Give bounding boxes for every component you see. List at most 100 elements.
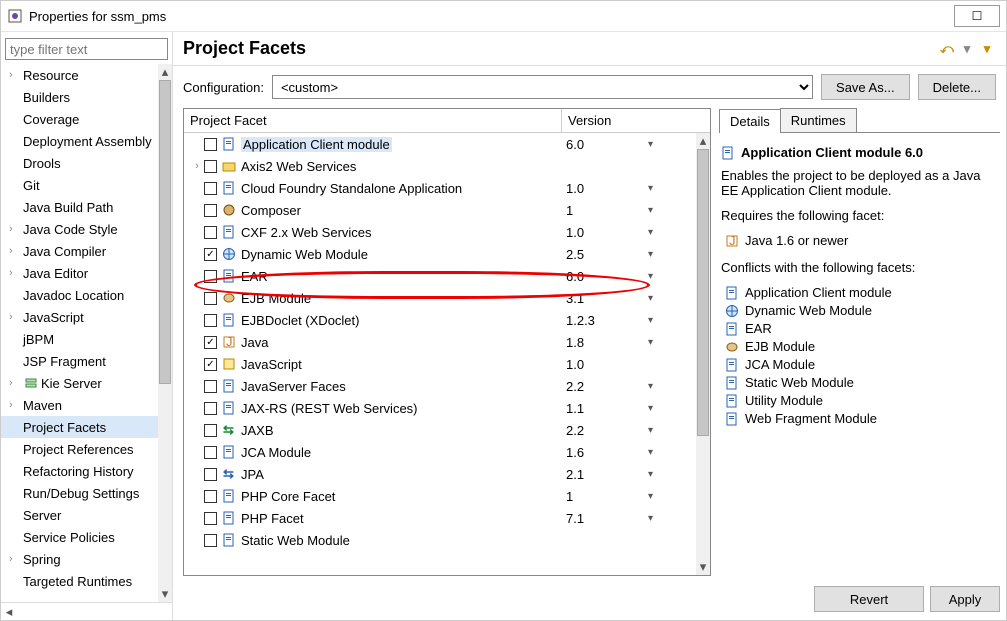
version-dropdown-icon[interactable]: ▾ bbox=[642, 381, 696, 392]
nav-item[interactable]: Project Facets bbox=[1, 416, 158, 438]
facet-row[interactable]: JJava1.8▾ bbox=[184, 331, 696, 353]
nav-item[interactable]: ›Java Editor bbox=[1, 262, 158, 284]
nav-item[interactable]: ›Java Code Style bbox=[1, 218, 158, 240]
facet-checkbox[interactable] bbox=[204, 446, 217, 459]
facet-checkbox[interactable] bbox=[204, 424, 217, 437]
nav-item[interactable]: Targeted Runtimes bbox=[1, 570, 158, 592]
facet-checkbox[interactable] bbox=[204, 226, 217, 239]
nav-item[interactable]: Javadoc Location bbox=[1, 284, 158, 306]
facet-row[interactable]: Dynamic Web Module2.5▾ bbox=[184, 243, 696, 265]
facet-column-name[interactable]: Project Facet bbox=[184, 109, 562, 132]
facet-checkbox[interactable] bbox=[204, 336, 217, 349]
nav-item[interactable]: ›Maven bbox=[1, 394, 158, 416]
facet-checkbox[interactable] bbox=[204, 468, 217, 481]
window-maximize-button[interactable]: ☐ bbox=[954, 5, 1000, 27]
history-forward-icon[interactable]: ▾ bbox=[958, 40, 976, 58]
nav-item[interactable]: Drools bbox=[1, 152, 158, 174]
facet-row[interactable]: PHP Facet7.1▾ bbox=[184, 507, 696, 529]
filter-input[interactable] bbox=[5, 38, 168, 60]
facet-row[interactable]: Static Web Module bbox=[184, 529, 696, 551]
facet-row[interactable]: Application Client module6.0▾ bbox=[184, 133, 696, 155]
facet-checkbox[interactable] bbox=[204, 204, 217, 217]
facet-checkbox[interactable] bbox=[204, 182, 217, 195]
nav-item[interactable]: ›JavaScript bbox=[1, 306, 158, 328]
version-dropdown-icon[interactable]: ▾ bbox=[642, 183, 696, 194]
nav-item[interactable]: jBPM bbox=[1, 328, 158, 350]
tab-runtimes[interactable]: Runtimes bbox=[780, 108, 857, 132]
save-as-button[interactable]: Save As... bbox=[821, 74, 910, 100]
facet-checkbox[interactable] bbox=[204, 138, 217, 151]
nav-item[interactable]: Project References bbox=[1, 438, 158, 460]
configuration-select[interactable]: <custom> bbox=[272, 75, 813, 99]
nav-item[interactable]: Run/Debug Settings bbox=[1, 482, 158, 504]
nav-item[interactable]: Builders bbox=[1, 86, 158, 108]
facet-row[interactable]: EAR6.0▾ bbox=[184, 265, 696, 287]
history-menu-icon[interactable]: ▾ bbox=[978, 40, 996, 58]
nav-item[interactable]: Service Policies bbox=[1, 526, 158, 548]
facet-checkbox[interactable] bbox=[204, 490, 217, 503]
scroll-down-icon[interactable]: ▾ bbox=[158, 586, 172, 602]
nav-item[interactable]: ›Spring bbox=[1, 548, 158, 570]
version-dropdown-icon[interactable]: ▾ bbox=[642, 513, 696, 524]
nav-item[interactable]: ›Kie Server bbox=[1, 372, 158, 394]
version-dropdown-icon[interactable]: ▾ bbox=[642, 447, 696, 458]
version-dropdown-icon[interactable]: ▾ bbox=[642, 425, 696, 436]
facet-checkbox[interactable] bbox=[204, 534, 217, 547]
revert-button[interactable]: Revert bbox=[814, 586, 924, 612]
nav-item[interactable]: JSP Fragment bbox=[1, 350, 158, 372]
facet-row[interactable]: JAX-RS (REST Web Services)1.1▾ bbox=[184, 397, 696, 419]
facet-checkbox[interactable] bbox=[204, 512, 217, 525]
facet-scrollbar[interactable]: ▴ ▾ bbox=[696, 133, 710, 575]
nav-item[interactable]: Refactoring History bbox=[1, 460, 158, 482]
nav-item[interactable]: ›Java Compiler bbox=[1, 240, 158, 262]
scroll-thumb[interactable] bbox=[697, 149, 709, 436]
facet-row[interactable]: JavaScript1.0 bbox=[184, 353, 696, 375]
facet-checkbox[interactable] bbox=[204, 248, 217, 261]
version-dropdown-icon[interactable]: ▾ bbox=[642, 491, 696, 502]
scroll-up-icon[interactable]: ▴ bbox=[158, 64, 172, 80]
facet-row[interactable]: ›Axis2 Web Services bbox=[184, 155, 696, 177]
facet-checkbox[interactable] bbox=[204, 160, 217, 173]
hscroll-left-icon[interactable]: ◂ bbox=[1, 604, 17, 620]
nav-scrollbar[interactable]: ▴ ▾ bbox=[158, 64, 172, 602]
tab-details[interactable]: Details bbox=[719, 109, 781, 133]
version-dropdown-icon[interactable]: ▾ bbox=[642, 249, 696, 260]
nav-item[interactable]: ›Resource bbox=[1, 64, 158, 86]
version-dropdown-icon[interactable]: ▾ bbox=[642, 205, 696, 216]
version-dropdown-icon[interactable]: ▾ bbox=[642, 315, 696, 326]
version-dropdown-icon[interactable]: ▾ bbox=[642, 403, 696, 414]
nav-item[interactable]: Deployment Assembly bbox=[1, 130, 158, 152]
facet-column-version[interactable]: Version bbox=[562, 109, 710, 132]
facet-checkbox[interactable] bbox=[204, 380, 217, 393]
facet-checkbox[interactable] bbox=[204, 292, 217, 305]
scroll-up-icon[interactable]: ▴ bbox=[696, 133, 710, 149]
facet-checkbox[interactable] bbox=[204, 358, 217, 371]
version-dropdown-icon[interactable]: ▾ bbox=[642, 139, 696, 150]
facet-row[interactable]: Composer1▾ bbox=[184, 199, 696, 221]
facet-row[interactable]: JCA Module1.6▾ bbox=[184, 441, 696, 463]
facet-row[interactable]: PHP Core Facet1▾ bbox=[184, 485, 696, 507]
history-back-icon[interactable]: ⤺ bbox=[938, 40, 956, 58]
nav-item[interactable]: Server bbox=[1, 504, 158, 526]
version-dropdown-icon[interactable]: ▾ bbox=[642, 271, 696, 282]
apply-button[interactable]: Apply bbox=[930, 586, 1000, 612]
facet-checkbox[interactable] bbox=[204, 270, 217, 283]
facet-row[interactable]: EJB Module3.1▾ bbox=[184, 287, 696, 309]
version-dropdown-icon[interactable]: ▾ bbox=[642, 337, 696, 348]
facet-checkbox[interactable] bbox=[204, 402, 217, 415]
nav-item[interactable]: Java Build Path bbox=[1, 196, 158, 218]
version-dropdown-icon[interactable]: ▾ bbox=[642, 293, 696, 304]
facet-row[interactable]: ⇆JPA2.1▾ bbox=[184, 463, 696, 485]
facet-row[interactable]: Cloud Foundry Standalone Application1.0▾ bbox=[184, 177, 696, 199]
version-dropdown-icon[interactable]: ▾ bbox=[642, 469, 696, 480]
nav-item[interactable]: Coverage bbox=[1, 108, 158, 130]
version-dropdown-icon[interactable]: ▾ bbox=[642, 227, 696, 238]
facet-row[interactable]: CXF 2.x Web Services1.0▾ bbox=[184, 221, 696, 243]
facet-row[interactable]: JavaServer Faces2.2▾ bbox=[184, 375, 696, 397]
nav-item[interactable]: Git bbox=[1, 174, 158, 196]
scroll-down-icon[interactable]: ▾ bbox=[696, 559, 710, 575]
facet-checkbox[interactable] bbox=[204, 314, 217, 327]
facet-row[interactable]: ⇆JAXB2.2▾ bbox=[184, 419, 696, 441]
scroll-thumb[interactable] bbox=[159, 80, 171, 384]
facet-row[interactable]: EJBDoclet (XDoclet)1.2.3▾ bbox=[184, 309, 696, 331]
